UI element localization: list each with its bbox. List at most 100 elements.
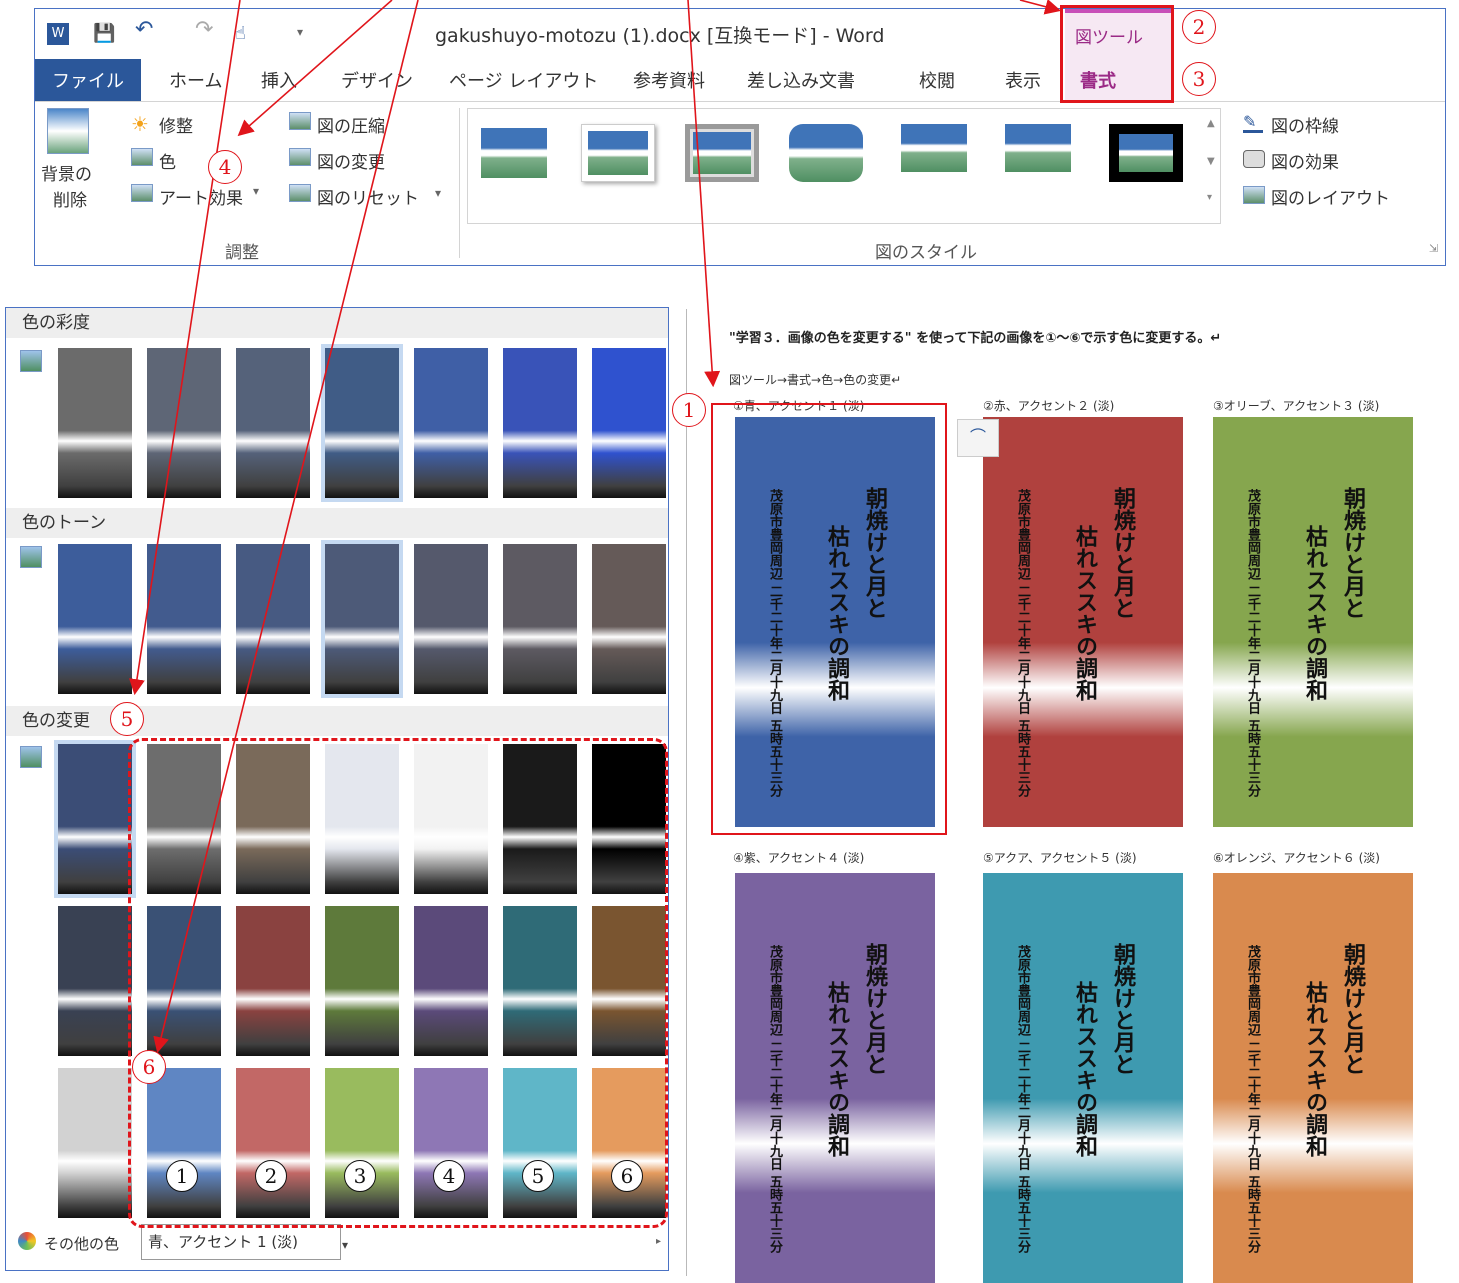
dialog-launcher-icon[interactable]: ⇲ <box>1429 242 1438 255</box>
compress-pictures-button[interactable]: 図の圧縮 <box>317 112 385 137</box>
image-caption: ⑤アクア、アクセント５ (淡) <box>983 851 1137 865</box>
color-variation-thumb[interactable] <box>147 544 221 694</box>
tab-page-layout[interactable]: ページ レイアウト <box>449 67 598 93</box>
selected-image-highlight <box>711 403 947 835</box>
annotation-2: 2 <box>1182 10 1216 44</box>
picture-layout-icon <box>1243 186 1265 204</box>
tab-insert[interactable]: 挿入 <box>261 67 297 93</box>
recolored-photo[interactable]: 朝焼けと月と 枯れススキの調和 茂原市豊岡周辺 二千二十年二月十九日 五時五十三分 <box>735 873 935 1283</box>
recolored-photo[interactable]: 朝焼けと月と 枯れススキの調和 茂原市豊岡周辺 二千二十年二月十九日 五時五十三分 <box>1213 873 1413 1283</box>
color-variation-thumb[interactable] <box>592 544 666 694</box>
menu-path-text: 図ツール→書式→色→色の変更↵ <box>729 373 902 387</box>
color-variation-thumb[interactable] <box>321 344 403 502</box>
poem-location-date: 茂原市豊岡周辺 二千二十年二月十九日 五時五十三分 <box>1015 945 1030 1254</box>
annotation-6: 6 <box>132 1050 166 1084</box>
tone-section-icon <box>20 546 42 568</box>
corrections-button[interactable]: 修整 <box>159 112 193 137</box>
compress-pictures-icon <box>289 112 311 130</box>
word-logo-icon: W <box>47 23 69 45</box>
recolored-photo[interactable]: 朝焼けと月と 枯れススキの調和 茂原市豊岡周辺 二千二十年二月十九日 五時五十三分 <box>983 417 1183 827</box>
format-tab-highlight <box>1060 5 1174 103</box>
swatch-number-2: 2 <box>255 1160 287 1192</box>
chevron-down-icon: ▾ <box>342 1238 349 1252</box>
color-variation-thumb[interactable] <box>321 540 403 698</box>
recolored-photo[interactable]: 朝焼けと月と 枯れススキの調和 茂原市豊岡周辺 二千二十年二月十九日 五時五十三分 <box>983 873 1183 1283</box>
color-variation-thumb[interactable] <box>58 1068 132 1218</box>
tab-mailings[interactable]: 差し込み文書 <box>747 67 855 93</box>
poem-line-2: 枯れススキの調和 <box>1072 981 1098 1157</box>
annotation-3: 3 <box>1182 62 1216 96</box>
gallery-more-icon[interactable]: ▾ <box>1207 192 1212 203</box>
color-variation-thumb[interactable] <box>58 348 132 498</box>
tab-view[interactable]: 表示 <box>1005 67 1041 93</box>
swatch-number-3: 3 <box>344 1160 376 1192</box>
poem-line-2: 枯れススキの調和 <box>824 981 850 1157</box>
color-button[interactable]: 色 <box>159 148 176 173</box>
redo-icon[interactable]: ↷ <box>195 17 213 42</box>
color-variation-thumb[interactable] <box>503 544 577 694</box>
highlight-dashed-box <box>128 738 668 1228</box>
image-caption: ④紫、アクセント４ (淡) <box>733 851 865 865</box>
poem-line-2: 枯れススキの調和 <box>1072 525 1098 701</box>
picture-styles-group-label: 図のスタイル <box>875 243 977 263</box>
touch-mode-icon[interactable]: ☝ <box>235 23 246 45</box>
picture-style-thumb[interactable] <box>685 124 759 182</box>
reset-picture-icon <box>289 184 311 202</box>
poem-line-1: 朝焼けと月と <box>1110 943 1136 1075</box>
color-variation-thumb[interactable] <box>236 348 310 498</box>
color-wheel-icon <box>18 1232 36 1250</box>
annotation-4: 4 <box>208 150 242 184</box>
remove-background-label-1[interactable]: 背景の <box>41 160 92 185</box>
color-variation-thumb[interactable] <box>58 906 132 1056</box>
picture-style-thumb[interactable] <box>477 124 551 182</box>
picture-style-thumb[interactable] <box>789 124 863 182</box>
tab-review[interactable]: 校閲 <box>919 67 955 93</box>
recolored-photo[interactable]: 朝焼けと月と 枯れススキの調和 茂原市豊岡周辺 二千二十年二月十九日 五時五十三分 <box>1213 417 1413 827</box>
more-variations-button[interactable]: その他の色 <box>44 1233 119 1254</box>
color-variation-thumb[interactable] <box>592 348 666 498</box>
artistic-effects-icon <box>131 184 153 202</box>
color-variation-thumb[interactable] <box>236 544 310 694</box>
color-variation-thumb[interactable] <box>414 348 488 498</box>
picture-style-thumb[interactable] <box>1001 124 1075 182</box>
change-picture-button[interactable]: 図の変更 <box>317 148 385 173</box>
poem-line-2: 枯れススキの調和 <box>1302 525 1328 701</box>
annotation-5: 5 <box>110 702 144 736</box>
picture-style-thumb[interactable] <box>1109 124 1183 182</box>
tab-file[interactable]: ファイル <box>35 59 141 101</box>
ribbon-body: 背景の 削除 ☀ 修整 色 アート効果 ▾ 図の圧縮 図の変更 図のリセット ▾… <box>35 101 1445 266</box>
color-variation-thumb[interactable] <box>503 348 577 498</box>
swatch-number-5: 5 <box>522 1160 554 1192</box>
color-variation-thumb[interactable] <box>54 740 136 898</box>
gallery-scroll-down-icon[interactable]: ▼ <box>1207 156 1215 167</box>
picture-layout-button[interactable]: 図のレイアウト <box>1271 184 1390 209</box>
picture-border-icon: ✎ <box>1243 112 1263 133</box>
group-divider <box>459 108 460 258</box>
chevron-down-icon[interactable]: ▾ <box>435 186 441 200</box>
gallery-scroll-up-icon[interactable]: ▲ <box>1207 118 1215 129</box>
save-icon[interactable]: 💾 <box>93 23 115 45</box>
color-variation-thumb[interactable] <box>147 348 221 498</box>
remove-background-label-2[interactable]: 削除 <box>53 186 87 211</box>
reset-picture-button[interactable]: 図のリセット <box>317 184 419 209</box>
color-variation-thumb[interactable] <box>58 544 132 694</box>
remove-background-icon[interactable] <box>47 108 89 154</box>
tab-design[interactable]: デザイン <box>341 67 413 93</box>
layout-options-icon[interactable]: ⌒ <box>957 419 999 457</box>
image-caption: ②赤、アクセント２ (淡) <box>983 399 1115 413</box>
swatch-number-6: 6 <box>611 1160 643 1192</box>
customize-qat-icon[interactable]: ▾ <box>297 25 303 47</box>
undo-icon[interactable]: ↶ <box>135 17 153 42</box>
artistic-effects-button[interactable]: アート効果 <box>159 184 243 209</box>
color-icon <box>131 148 153 166</box>
tab-references[interactable]: 参考資料 <box>633 67 705 93</box>
tab-home[interactable]: ホーム <box>169 67 222 93</box>
picture-style-thumb[interactable] <box>581 124 655 182</box>
chevron-down-icon[interactable]: ▾ <box>253 184 259 198</box>
picture-effects-button[interactable]: 図の効果 <box>1271 148 1339 173</box>
color-variation-thumb[interactable] <box>414 544 488 694</box>
picture-style-thumb[interactable] <box>897 124 971 182</box>
poem-line-2: 枯れススキの調和 <box>1302 981 1328 1157</box>
picture-border-button[interactable]: 図の枠線 <box>1271 112 1339 137</box>
adjust-group-label: 調整 <box>225 243 259 263</box>
